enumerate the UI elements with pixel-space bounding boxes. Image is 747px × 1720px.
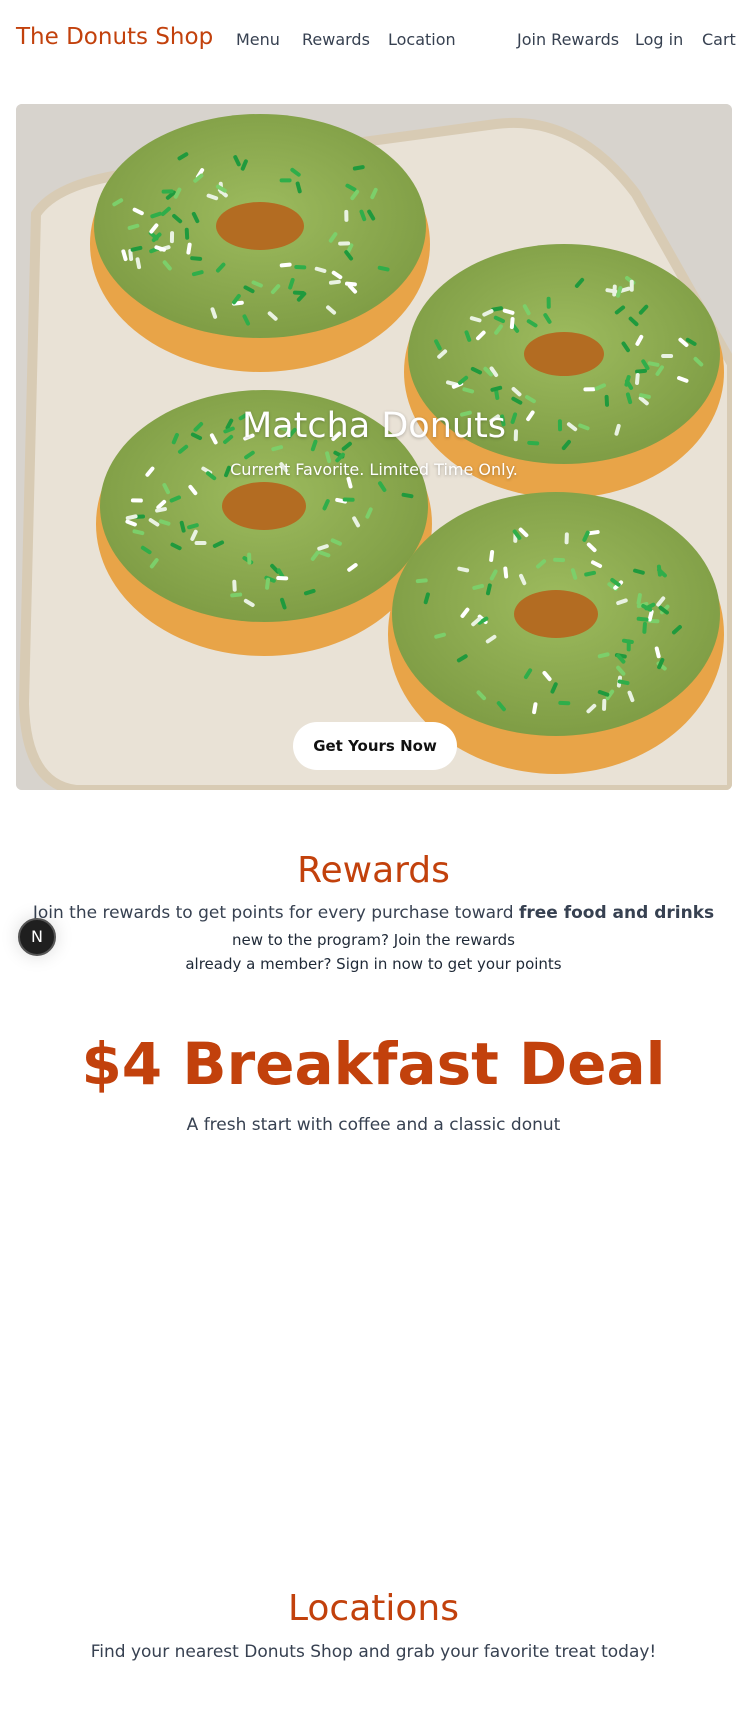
nav-menu-link[interactable]: Menu <box>236 30 280 49</box>
rewards-join-line[interactable]: new to the program? Join the rewards <box>0 931 747 949</box>
sprinkle <box>247 552 252 565</box>
sprinkle <box>169 231 175 244</box>
sprinkle <box>130 498 143 503</box>
sprinkle <box>642 621 647 634</box>
hero-title: Matcha Donuts <box>241 406 507 446</box>
nav-cart-link[interactable]: Cart <box>702 30 736 49</box>
sprinkle <box>629 279 634 292</box>
sprinkle <box>294 264 307 270</box>
sprinkle <box>276 576 289 581</box>
nav-rewards-link[interactable]: Rewards <box>302 30 370 49</box>
sprinkle <box>184 227 190 240</box>
hero-subtitle: Current Favorite. Limited Time Only. <box>230 460 518 479</box>
donut-top-left <box>90 114 430 372</box>
sprinkle <box>279 178 292 183</box>
sprinkle <box>661 354 674 359</box>
brand-logo[interactable]: The Donuts Shop <box>16 24 213 50</box>
sprinkle <box>546 296 551 309</box>
rewards-description-bold: free food and drinks <box>518 903 715 923</box>
get-yours-now-button[interactable]: Get Yours Now <box>293 722 457 770</box>
nav-location-link[interactable]: Location <box>388 30 456 49</box>
sprinkle <box>161 189 174 194</box>
sprinkle <box>342 497 355 502</box>
nav-login-link[interactable]: Log in <box>635 30 683 49</box>
breakfast-deal-title: $4 Breakfast Deal <box>81 1030 666 1098</box>
locations-subtitle: Find your nearest Donuts Shop and grab y… <box>90 1642 657 1662</box>
sprinkle <box>558 700 571 706</box>
hero-donut-image <box>16 104 732 790</box>
nav-join-rewards-link[interactable]: Join Rewards <box>517 30 619 49</box>
sprinkle <box>553 557 566 563</box>
hero-banner: Matcha Donuts Current Favorite. Limited … <box>16 104 732 790</box>
rewards-description-lead: Join the rewards to get points for every… <box>32 903 519 923</box>
sprinkle <box>232 579 237 592</box>
sprinkle <box>338 241 351 246</box>
sprinkle <box>564 532 569 545</box>
sprinkle <box>583 387 596 392</box>
locations-title: Locations <box>287 1588 460 1629</box>
next-logo-icon[interactable]: N <box>18 918 56 956</box>
rewards-description: Join the rewards to get points for every… <box>0 903 747 923</box>
sprinkle <box>344 209 349 222</box>
rewards-signin-line[interactable]: already a member? Sign in now to get you… <box>0 955 747 973</box>
breakfast-deal-subtitle: A fresh start with coffee and a classic … <box>186 1115 561 1135</box>
sprinkle <box>194 540 207 545</box>
sprinkle <box>602 698 607 711</box>
top-navigation: The Donuts Shop Menu Rewards Location Jo… <box>0 0 747 80</box>
rewards-title: Rewards <box>297 850 450 891</box>
